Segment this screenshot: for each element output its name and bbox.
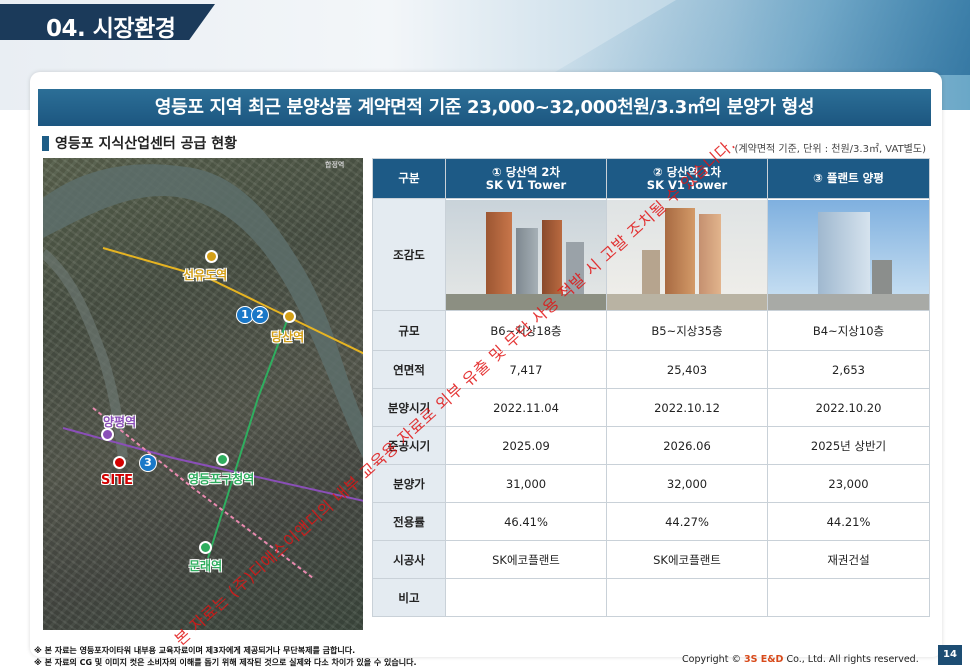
table-row: 시공사 SK에코플랜트 SK에코플랜트 재권건설: [372, 540, 930, 579]
table-cell: B5~지상35층: [606, 310, 768, 351]
row-label: 비고: [372, 578, 446, 617]
rendering-ground: [446, 293, 606, 310]
table-cell: 2026.06: [606, 426, 768, 465]
header-col-1-line2: SK V1 Tower: [485, 177, 567, 192]
table-cell: [445, 578, 607, 617]
line2-branch: [207, 317, 289, 559]
table-cell: SK에코플랜트: [445, 540, 607, 579]
header-col-3: ③ 플랜트 양평: [767, 158, 930, 199]
table-cell: 2025년 상반기: [767, 426, 930, 465]
table-cell: SK에코플랜트: [606, 540, 768, 579]
building-rendering-3: [768, 199, 929, 310]
row-label: 조감도: [372, 198, 446, 311]
tower-shape: [516, 227, 538, 300]
table-row: 분양가 31,000 32,000 23,000: [372, 464, 930, 503]
table-cell: 44.21%: [767, 502, 930, 541]
brand-name: 3S E&D: [743, 654, 784, 665]
row-label: 시공사: [372, 540, 446, 579]
table-cell: 2022.10.20: [767, 388, 930, 427]
footer-note-2: ※ 본 자료의 CG 및 이미지 컷은 소비자의 이해를 돕기 위해 제작된 것…: [34, 658, 417, 667]
location-map: 합정역 선유도역 1 2 당산역 양평역 3 SITE 영등포구청역 문래역: [43, 158, 363, 630]
table-cell: [767, 578, 930, 617]
header-col-1-line1: ① 당산역 2차: [491, 164, 561, 179]
table-cell: 2022.11.04: [445, 388, 607, 427]
header-corner: 구분: [372, 158, 446, 199]
building-rendering-1: [446, 199, 606, 310]
table-cell: 2,653: [767, 350, 930, 389]
copyright: Copyright © 3S E&D Co., Ltd. All rights …: [682, 654, 919, 665]
rendering-ground: [607, 293, 767, 310]
header-col-1: ① 당산역 2차 SK V1 Tower: [445, 158, 607, 199]
header-col-3-line1: ③ 플랜트 양평: [813, 171, 884, 185]
dangsan-station-icon: [283, 310, 296, 323]
page-number: 14: [938, 645, 962, 665]
unit-note: (계약면적 기준, 단위 : 천원/3.3㎡, VAT별도): [734, 144, 926, 155]
headline-text: 영등포 지역 최근 분양상품 계약면적 기준 23,000~32,000천원/3…: [154, 97, 815, 118]
table-cell: 32,000: [606, 464, 768, 503]
rendering-cell-1: [445, 198, 607, 311]
table-cell: 23,000: [767, 464, 930, 503]
table-cell: 25,403: [606, 350, 768, 389]
section-marker: [42, 136, 49, 151]
table-cell: [606, 578, 768, 617]
table-row: 규모 B6~지상18층 B5~지상35층 B4~지상10층: [372, 310, 930, 351]
table-cell: 재권건설: [767, 540, 930, 579]
mullae-station-icon: [199, 541, 212, 554]
tower-shape: [818, 211, 870, 300]
table-cell: 46.41%: [445, 502, 607, 541]
table-cell: 44.27%: [606, 502, 768, 541]
table-row: 비고: [372, 578, 930, 617]
station-label-sunyudo: 선유도역: [183, 268, 228, 282]
table-cell: B4~지상10층: [767, 310, 930, 351]
table-cell: 31,000: [445, 464, 607, 503]
tower-shape: [699, 213, 721, 300]
row-label: 규모: [372, 310, 446, 351]
station-label-dangsan: 당산역: [271, 330, 305, 344]
map-corner-text: 합정역: [325, 161, 345, 169]
tower-shape: [486, 211, 512, 300]
table-cell: 2022.10.12: [606, 388, 768, 427]
site-marker-icon: [113, 456, 126, 469]
yeongdeungpo-gucheong-station-icon: [216, 453, 229, 466]
headline-banner: 영등포 지역 최근 분양상품 계약면적 기준 23,000~32,000천원/3…: [38, 89, 931, 126]
marker-2: 2: [251, 306, 269, 324]
copyright-prefix: Copyright ©: [682, 654, 741, 665]
marker-3: 3: [139, 454, 157, 472]
sunyudo-station-icon: [205, 250, 218, 263]
copyright-suffix: Co., Ltd. All rights reserved.: [786, 654, 919, 665]
site-label: SITE: [101, 473, 133, 488]
station-label-yeongdeungpo-gucheong: 영등포구청역: [188, 472, 255, 486]
rendering-ground: [768, 293, 929, 310]
tower-shape: [665, 207, 695, 300]
tower-shape: [642, 249, 660, 300]
yangpyeong-station-icon: [101, 428, 114, 441]
table-header-row: 구분 ① 당산역 2차 SK V1 Tower ② 당산역 1차 SK V1 Tow…: [372, 158, 930, 199]
row-label: 전용률: [372, 502, 446, 541]
han-river: [43, 164, 363, 458]
table-row: 전용률 46.41% 44.27% 44.21%: [372, 502, 930, 541]
rendering-cell-3: [767, 198, 930, 311]
page-title: 04. 시장환경: [46, 16, 176, 42]
footer-note-1: ※ 본 자료는 영등포자이타워 내부용 교육자료이며 제3자에게 제공되거나 무…: [34, 646, 356, 655]
table-cell: 2025.09: [445, 426, 607, 465]
row-label: 연면적: [372, 350, 446, 389]
station-label-mullae: 문래역: [189, 559, 223, 573]
table-row: 준공시기 2025.09 2026.06 2025년 상반기: [372, 426, 930, 465]
section-title: 영등포 지식산업센터 공급 현황: [55, 136, 238, 152]
